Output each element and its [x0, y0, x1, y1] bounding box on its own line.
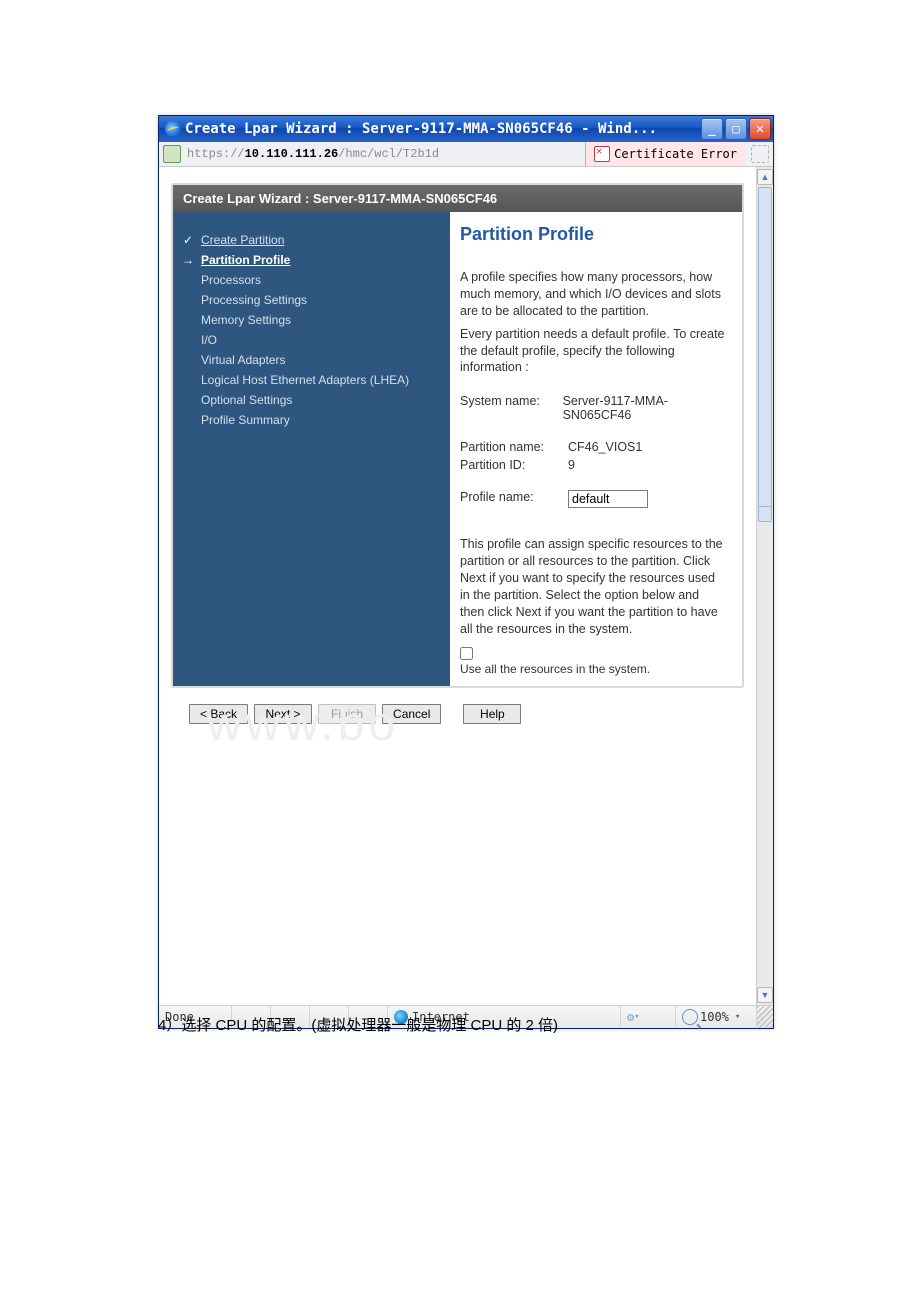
- scroll-thumb-divider[interactable]: [758, 506, 772, 522]
- wizard-button-row: < Back Next > Finish Cancel Help: [161, 694, 754, 738]
- profile-name-row: Profile name:: [460, 490, 728, 508]
- profile-description-1: A profile specifies how many processors,…: [460, 269, 728, 320]
- step-create-partition[interactable]: ✓ Create Partition: [179, 230, 444, 250]
- next-button[interactable]: Next >: [254, 704, 312, 724]
- site-lock-icon: [163, 145, 181, 163]
- profile-name-input[interactable]: [568, 490, 648, 508]
- partition-name-row: Partition name: CF46_VIOS1: [460, 440, 728, 454]
- ie-window: Create Lpar Wizard : Server-9117-MMA-SN0…: [158, 115, 774, 1029]
- certificate-error-button[interactable]: Certificate Error: [585, 142, 745, 166]
- minimize-button[interactable]: _: [701, 118, 723, 140]
- scroll-up-button[interactable]: ▲: [757, 169, 773, 185]
- step-virtual-adapters: Virtual Adapters: [179, 350, 444, 370]
- system-name-value: Server-9117-MMA-SN065CF46: [563, 394, 728, 422]
- use-all-resources-label: Use all the resources in the system.: [460, 662, 728, 676]
- back-button[interactable]: < Back: [189, 704, 248, 724]
- window-titlebar[interactable]: Create Lpar Wizard : Server-9117-MMA-SN0…: [159, 116, 773, 142]
- scroll-thumb[interactable]: [758, 187, 772, 508]
- partition-id-value: 9: [568, 458, 575, 472]
- check-icon: ✓: [181, 233, 195, 247]
- step-processing-settings: Processing Settings: [179, 290, 444, 310]
- scroll-down-button[interactable]: ▼: [757, 987, 773, 1003]
- wizard-header: Create Lpar Wizard : Server-9117-MMA-SN0…: [173, 185, 742, 212]
- wizard-frame: Create Lpar Wizard : Server-9117-MMA-SN0…: [171, 183, 744, 688]
- page-icon[interactable]: [751, 145, 769, 163]
- step-memory-settings: Memory Settings: [179, 310, 444, 330]
- use-all-resources-checkbox[interactable]: [460, 647, 473, 660]
- system-name-row: System name: Server-9117-MMA-SN065CF46: [460, 394, 728, 422]
- figure-caption: 4）选择 CPU 的配置。(虚拟处理器一般是物理 CPU 的 2 倍): [158, 1014, 772, 1035]
- vertical-scrollbar[interactable]: ▲ ▼: [756, 167, 773, 1005]
- wizard-main: Partition Profile A profile specifies ho…: [450, 212, 742, 686]
- step-io: I/O: [179, 330, 444, 350]
- ie-icon: [165, 121, 181, 137]
- partition-id-row: Partition ID: 9: [460, 458, 728, 472]
- arrow-right-icon: →: [181, 253, 195, 267]
- shield-icon: [594, 146, 610, 162]
- url-text: https://10.110.111.26/hmc/wcl/T2b1d: [187, 147, 579, 161]
- step-partition-profile[interactable]: → Partition Profile: [179, 250, 444, 270]
- step-profile-summary: Profile Summary: [179, 410, 444, 430]
- scroll-track[interactable]: [757, 187, 773, 985]
- cancel-button[interactable]: Cancel: [382, 704, 441, 724]
- profile-description-3: This profile can assign specific resourc…: [460, 536, 728, 637]
- step-lhea: Logical Host Ethernet Adapters (LHEA): [179, 370, 444, 390]
- partition-name-value: CF46_VIOS1: [568, 440, 642, 454]
- finish-button: Finish: [318, 704, 376, 724]
- page-heading: Partition Profile: [460, 224, 728, 245]
- profile-description-2: Every partition needs a default profile.…: [460, 326, 728, 377]
- step-optional-settings: Optional Settings: [179, 390, 444, 410]
- wizard-steps-sidebar: ✓ Create Partition → Partition Profile P…: [173, 212, 450, 686]
- close-button[interactable]: ✕: [749, 118, 771, 140]
- step-processors: Processors: [179, 270, 444, 290]
- maximize-button[interactable]: □: [725, 118, 747, 140]
- window-title: Create Lpar Wizard : Server-9117-MMA-SN0…: [185, 121, 701, 137]
- address-bar[interactable]: https://10.110.111.26/hmc/wcl/T2b1d Cert…: [159, 142, 773, 167]
- help-button[interactable]: Help: [463, 704, 521, 724]
